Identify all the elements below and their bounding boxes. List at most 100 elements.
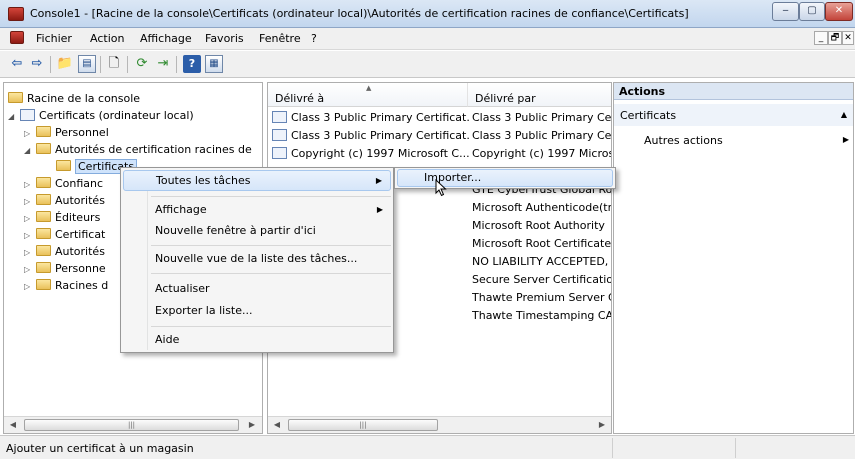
back-arrow-icon[interactable]: ⇦ bbox=[8, 55, 26, 73]
actions-pane: Actions Certificats ▲ Autres actions ▶ bbox=[613, 82, 854, 434]
tree-item-autorites-2[interactable]: ▷ Autorités bbox=[24, 243, 105, 260]
folder-icon bbox=[36, 143, 51, 154]
submenu-arrow-icon: ▶ bbox=[842, 135, 849, 144]
expand-icon[interactable]: ▷ bbox=[24, 193, 36, 210]
menu-item-nouvelle-fenetre[interactable]: Nouvelle fenêtre à partir d'ici bbox=[123, 220, 391, 241]
refresh-icon[interactable]: ⟳ bbox=[133, 55, 151, 73]
folder-icon bbox=[36, 262, 51, 273]
issued-by-cell: Copyright (c) 1997 Micros bbox=[472, 147, 612, 160]
expand-icon[interactable]: ▷ bbox=[24, 261, 36, 278]
help-icon[interactable]: ? bbox=[183, 55, 201, 73]
folder-icon bbox=[36, 177, 51, 188]
menu-separator bbox=[151, 245, 391, 246]
tree-item-certificats-non[interactable]: ▷ Certificat bbox=[24, 226, 105, 243]
expand-icon[interactable]: ▷ bbox=[24, 210, 36, 227]
menu-action[interactable]: Action bbox=[90, 32, 124, 45]
scroll-right-icon[interactable]: ▶ bbox=[594, 418, 610, 432]
status-text: Ajouter un certificat à un magasin bbox=[6, 442, 194, 455]
maximize-button[interactable]: ▢ bbox=[799, 2, 825, 21]
export-icon[interactable]: ⇥ bbox=[154, 55, 172, 73]
tree-item-certificates-local[interactable]: ◢ Certificats (ordinateur local) bbox=[8, 107, 194, 124]
tree-item-personnel[interactable]: ▷ Personnel bbox=[24, 124, 109, 141]
scroll-right-icon[interactable]: ▶ bbox=[244, 418, 260, 432]
issued-to-cell: Class 3 Public Primary Certificat... bbox=[272, 109, 470, 127]
folder-icon bbox=[56, 160, 71, 171]
menu-item-exporter-la-liste[interactable]: Exporter la liste... bbox=[123, 300, 391, 321]
collapse-icon[interactable]: ◢ bbox=[8, 108, 20, 125]
menu-favoris[interactable]: Favoris bbox=[205, 32, 244, 45]
menu-separator bbox=[151, 196, 391, 197]
tree-item-confiance[interactable]: ▷ Confianc bbox=[24, 175, 103, 192]
scroll-thumb[interactable]: ||| bbox=[288, 419, 438, 431]
column-header-issued-to[interactable]: Délivré à ▲ bbox=[268, 83, 468, 107]
folder-icon bbox=[36, 194, 51, 205]
submenu-arrow-icon: ▶ bbox=[375, 176, 382, 185]
list-horizontal-scrollbar[interactable]: ◀ ||| ▶ bbox=[268, 416, 611, 433]
up-folder-icon[interactable]: 📁 bbox=[56, 55, 74, 73]
tree-item-autorites[interactable]: ▷ Autorités bbox=[24, 192, 105, 209]
issued-by-cell: NO LIABILITY ACCEPTED, bbox=[472, 255, 609, 268]
minimize-button[interactable]: ‒ bbox=[772, 2, 799, 21]
issued-by-cell: Thawte Premium Server C bbox=[472, 291, 612, 304]
expand-icon[interactable]: ▷ bbox=[24, 176, 36, 193]
status-divider bbox=[612, 438, 613, 458]
issued-by-cell: Microsoft Root Certificate bbox=[472, 237, 612, 250]
folder-icon bbox=[36, 245, 51, 256]
menu-item-affichage[interactable]: Affichage ▶ bbox=[123, 199, 391, 220]
collapse-icon[interactable]: ◢ bbox=[24, 142, 36, 159]
folder-icon bbox=[36, 126, 51, 137]
mdi-restore-button[interactable]: 🗗 bbox=[828, 31, 842, 45]
menu-fenetre[interactable]: Fenêtre bbox=[259, 32, 301, 45]
console-doc-icon[interactable] bbox=[10, 31, 24, 44]
scroll-thumb[interactable]: ||| bbox=[24, 419, 239, 431]
menu-affichage[interactable]: Affichage bbox=[140, 32, 192, 45]
forward-arrow-icon[interactable]: ⇨ bbox=[28, 55, 46, 73]
issued-to-text: Class 3 Public Primary Certificat... bbox=[291, 129, 470, 142]
scroll-left-icon[interactable]: ◀ bbox=[269, 418, 285, 432]
tree-item-personnes[interactable]: ▷ Personne bbox=[24, 260, 106, 277]
toolbar: ⇦ ⇨ 📁 ▤ 🗋 ⟳ ⇥ ? ▦ bbox=[0, 51, 855, 78]
menu-fichier[interactable]: Fichier bbox=[36, 32, 72, 45]
submenu-arrow-icon: ▶ bbox=[376, 205, 383, 214]
certificate-icon bbox=[272, 129, 287, 141]
mdi-minimize-button[interactable]: _ bbox=[814, 31, 828, 45]
table-row[interactable]: Copyright (c) 1997 Microsoft C... Copyrig… bbox=[268, 145, 612, 163]
scroll-left-icon[interactable]: ◀ bbox=[5, 418, 21, 432]
menu-item-toutes-les-taches[interactable]: Toutes les tâches ▶ bbox=[123, 170, 391, 191]
properties-icon[interactable]: ▦ bbox=[205, 55, 223, 73]
menu-separator bbox=[151, 273, 391, 274]
expand-icon[interactable]: ▷ bbox=[24, 244, 36, 261]
show-tree-icon[interactable]: ▤ bbox=[78, 55, 96, 73]
menu-item-importer[interactable]: Importer... bbox=[397, 169, 613, 187]
mmc-app-icon bbox=[8, 7, 24, 21]
computer-certificate-icon bbox=[20, 109, 35, 121]
window-title: Console1 - [Racine de la console\Certifi… bbox=[30, 7, 689, 20]
menu-item-nouvelle-vue[interactable]: Nouvelle vue de la liste des tâches... bbox=[123, 248, 391, 269]
tree-horizontal-scrollbar[interactable]: ◀ ||| ▶ bbox=[4, 416, 262, 433]
tree-item-editeurs[interactable]: ▷ Éditeurs bbox=[24, 209, 100, 226]
mdi-close-button[interactable]: ✕ bbox=[842, 31, 854, 45]
table-row[interactable]: Class 3 Public Primary Certificat... Clas… bbox=[268, 109, 612, 127]
action-autres-actions[interactable]: Autres actions ▶ bbox=[644, 134, 849, 147]
certificate-icon bbox=[272, 147, 287, 159]
tree-item-racines[interactable]: ▷ Racines d bbox=[24, 277, 108, 294]
menu-item-aide[interactable]: Aide bbox=[123, 329, 391, 350]
delete-icon[interactable]: 🗋 bbox=[105, 55, 123, 73]
expand-icon[interactable]: ▷ bbox=[24, 278, 36, 295]
column-header-issued-by[interactable]: Délivré par bbox=[468, 83, 611, 107]
tree-item-trusted-root-ca[interactable]: ◢ Autorités de certification racines de bbox=[24, 141, 252, 158]
mouse-pointer-icon bbox=[435, 179, 447, 197]
menu-item-actualiser[interactable]: Actualiser bbox=[123, 278, 391, 299]
tree-item-console-root[interactable]: Racine de la console bbox=[8, 90, 140, 107]
issued-by-cell: Class 3 Public Primary Cer bbox=[472, 111, 612, 124]
collapse-up-icon[interactable]: ▲ bbox=[841, 110, 847, 119]
expand-icon[interactable]: ▷ bbox=[24, 227, 36, 244]
menu-help[interactable]: ? bbox=[311, 32, 317, 45]
folder-icon bbox=[8, 92, 23, 103]
actions-section-certificats[interactable]: Certificats ▲ bbox=[614, 104, 853, 126]
expand-icon[interactable]: ▷ bbox=[24, 125, 36, 142]
table-row[interactable]: Class 3 Public Primary Certificat... Clas… bbox=[268, 127, 611, 145]
folder-icon bbox=[36, 211, 51, 222]
toolbar-separator bbox=[176, 56, 177, 73]
close-button[interactable]: ✕ bbox=[825, 2, 853, 21]
